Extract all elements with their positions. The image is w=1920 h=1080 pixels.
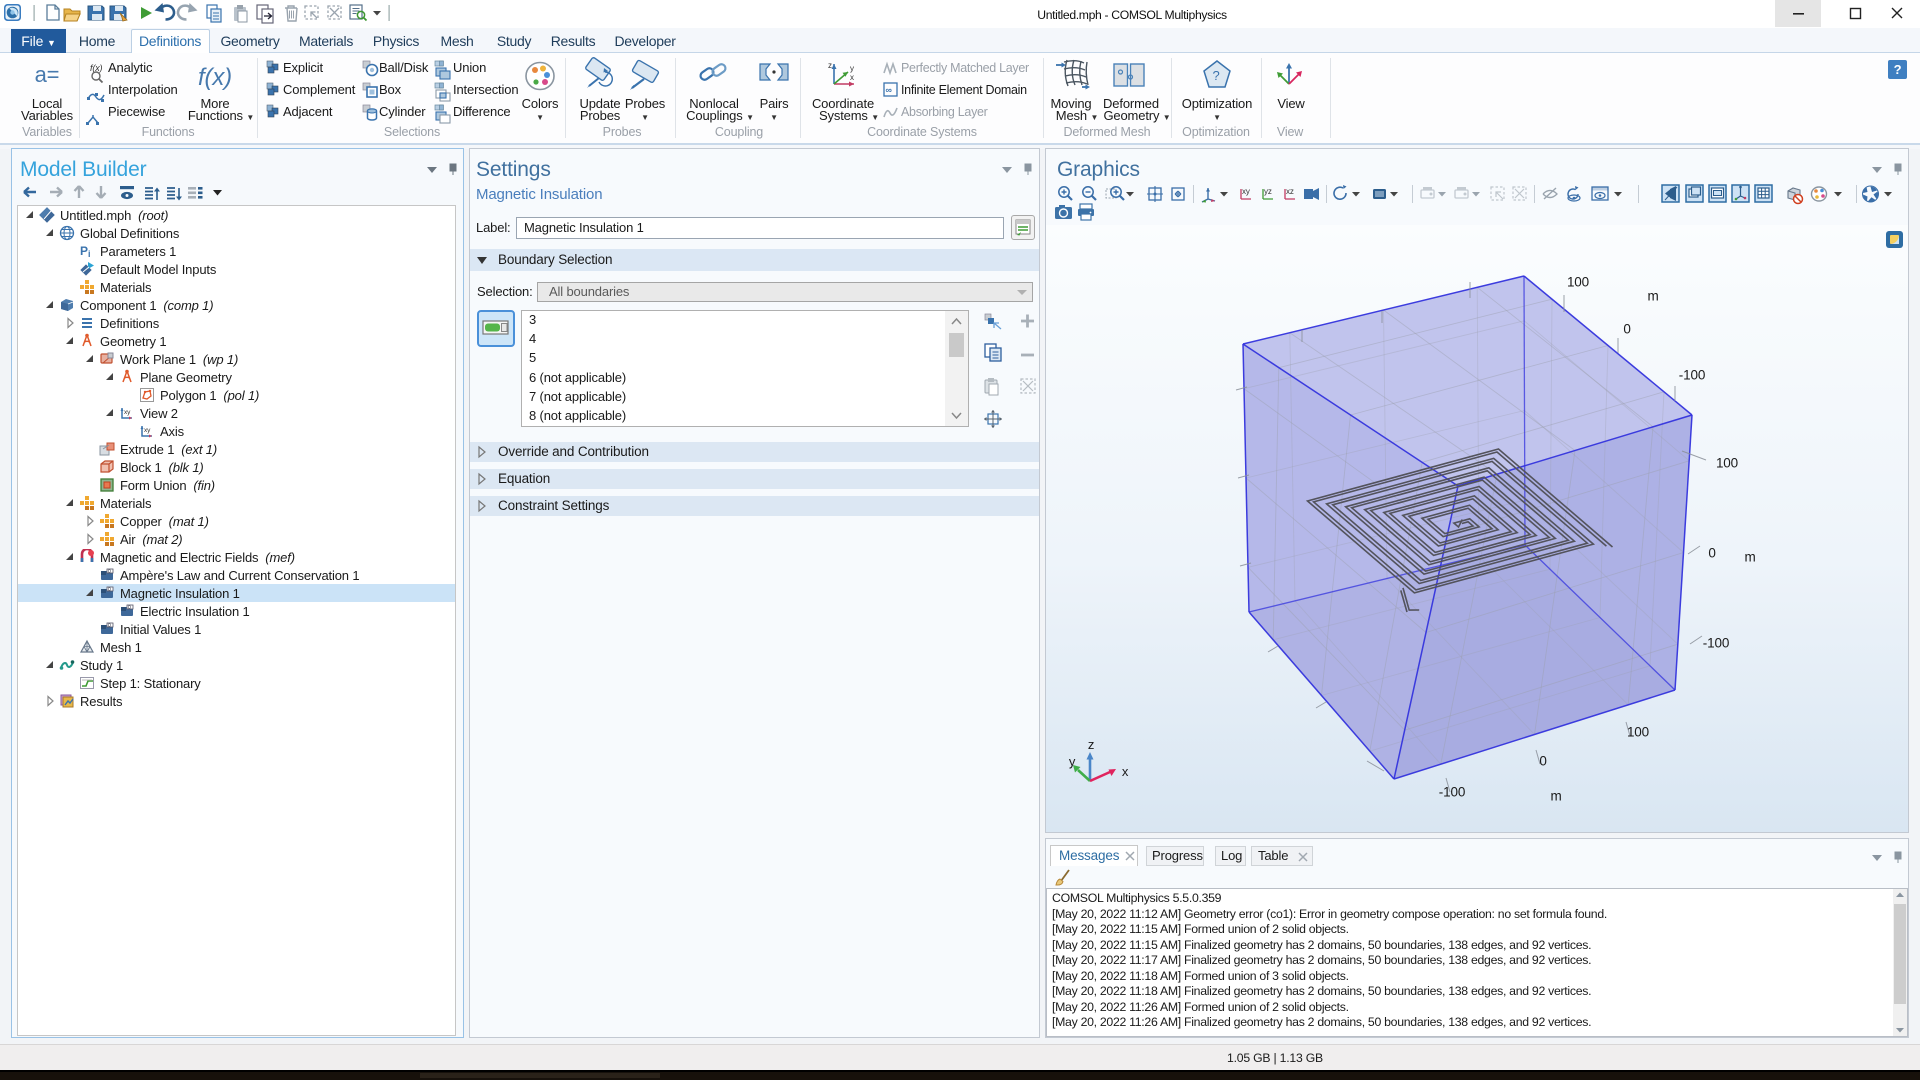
- svg-text:0: 0: [1539, 754, 1546, 769]
- svg-text:-100: -100: [1679, 368, 1705, 383]
- svg-text:xy: xy: [124, 409, 131, 416]
- svg-text:z: z: [1088, 737, 1094, 752]
- svg-text:-100: -100: [1439, 785, 1465, 800]
- svg-text:y: y: [1069, 754, 1076, 769]
- svg-text:P: P: [80, 244, 88, 258]
- svg-text:m: m: [1744, 550, 1755, 565]
- svg-text:0: 0: [1708, 546, 1715, 561]
- svg-text:m: m: [1647, 289, 1658, 304]
- svg-text:m: m: [1550, 789, 1561, 804]
- svg-text:yz: yz: [1264, 187, 1272, 196]
- svg-text:xy: xy: [1242, 187, 1250, 196]
- svg-text:i: i: [88, 249, 90, 259]
- svg-text:0: 0: [1623, 322, 1630, 337]
- svg-text:100: 100: [1567, 275, 1589, 290]
- svg-text:x: x: [1122, 764, 1129, 779]
- svg-text:xz: xz: [1286, 187, 1294, 196]
- svg-text:-100: -100: [1703, 636, 1729, 651]
- svg-text:xy: xy: [144, 427, 151, 434]
- svg-text:100: 100: [1627, 725, 1649, 740]
- svg-text:100: 100: [1716, 456, 1738, 471]
